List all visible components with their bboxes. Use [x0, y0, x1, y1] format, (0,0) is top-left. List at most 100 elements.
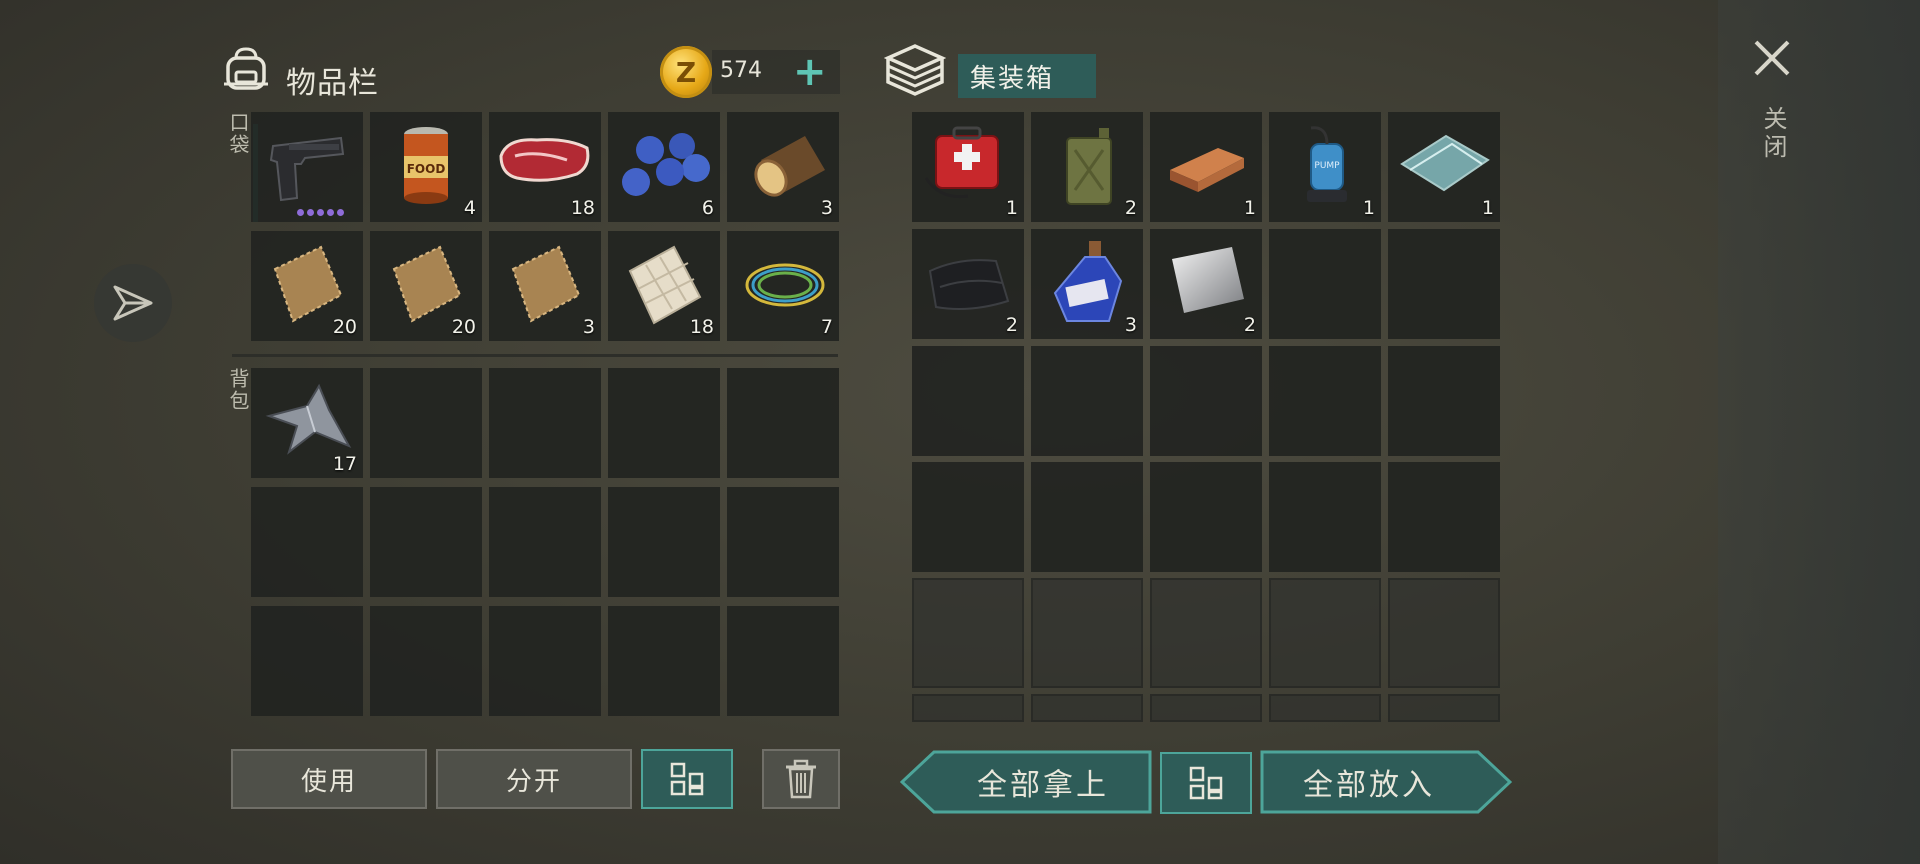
container-slot-locked	[912, 578, 1024, 688]
split-button[interactable]: 分开	[436, 749, 632, 809]
log-icon	[754, 136, 825, 197]
item-quantity: 3	[582, 316, 595, 338]
container-slot[interactable]	[1388, 229, 1500, 339]
sort-inventory-button[interactable]	[641, 749, 733, 809]
container-slot[interactable]	[1150, 346, 1262, 456]
backpack-slot[interactable]: 17	[251, 368, 363, 478]
item-quantity: 2	[1124, 197, 1137, 219]
item-quantity: 1	[1481, 197, 1494, 219]
pocket-slot[interactable]	[251, 112, 363, 222]
item-quantity: 20	[332, 316, 357, 338]
container-slot-locked	[1031, 694, 1143, 722]
item-quantity: 4	[463, 197, 476, 219]
item-quantity: 1	[1243, 197, 1256, 219]
grid-icon	[1189, 766, 1223, 800]
black-cloth-icon	[928, 259, 1010, 310]
blueberries-icon	[622, 133, 710, 196]
container-slot[interactable]: 1	[912, 112, 1024, 222]
pocket-slot[interactable]: 3	[727, 112, 839, 222]
backpack-slot[interactable]	[251, 606, 363, 716]
backpack-slot[interactable]	[608, 606, 720, 716]
container-slot[interactable]	[1150, 462, 1262, 572]
use-button[interactable]: 使用	[231, 749, 427, 809]
backpack-slot[interactable]	[727, 487, 839, 597]
backpack-slot[interactable]	[489, 487, 601, 597]
container-slot[interactable]: 2	[1031, 112, 1143, 222]
item-quantity: 3	[820, 197, 833, 219]
pocket-slot[interactable]: 18	[608, 231, 720, 341]
container-slot-locked	[1269, 694, 1381, 722]
container-slot[interactable]: PUMP 1	[1269, 112, 1381, 222]
backpack-slot[interactable]	[727, 606, 839, 716]
container-slot[interactable]	[1388, 346, 1500, 456]
share-button[interactable]	[94, 264, 172, 342]
item-quantity: 18	[689, 316, 714, 338]
item-quantity: 3	[1124, 314, 1137, 336]
container-slot[interactable]: 1	[1150, 112, 1262, 222]
backpack-icon	[224, 47, 268, 90]
right-panel-strip	[1718, 0, 1920, 864]
pistol-icon	[269, 136, 345, 202]
backpack-label: 背包	[226, 368, 250, 412]
item-quantity: 17	[332, 453, 357, 475]
money-amount: 574	[720, 58, 762, 83]
item-quantity: 1	[1362, 197, 1375, 219]
container-slot[interactable]	[1388, 462, 1500, 572]
pocket-slot[interactable]: FOOD 4	[370, 112, 482, 222]
copper-ingot-icon	[1170, 148, 1244, 192]
glass-icon	[1400, 134, 1490, 192]
trash-icon	[786, 759, 816, 799]
container-slot[interactable]: 3	[1031, 229, 1143, 339]
backpack-slot[interactable]	[370, 606, 482, 716]
pocket-slot[interactable]: 7	[727, 231, 839, 341]
container-slot[interactable]	[912, 346, 1024, 456]
container-slot[interactable]: 2	[1150, 229, 1262, 339]
sort-container-button[interactable]	[1160, 752, 1252, 814]
backpack-slot[interactable]	[727, 368, 839, 478]
container-slot-locked	[1388, 578, 1500, 688]
container-slot[interactable]	[912, 462, 1024, 572]
container-slot-locked	[1388, 694, 1500, 722]
item-quantity: 20	[451, 316, 476, 338]
container-icon	[884, 44, 946, 96]
pocket-slot[interactable]: 3	[489, 231, 601, 341]
metal-sheet-icon	[1172, 247, 1244, 313]
backpack-slot[interactable]	[608, 487, 720, 597]
pocket-slot[interactable]: 6	[608, 112, 720, 222]
container-slot[interactable]	[1031, 462, 1143, 572]
backpack-slot[interactable]	[370, 487, 482, 597]
canned-food-icon: FOOD	[404, 127, 448, 204]
pocket-slot[interactable]: 20	[251, 231, 363, 341]
container-slot[interactable]	[1269, 229, 1381, 339]
backpack-slot[interactable]	[608, 368, 720, 478]
backpack-slot[interactable]	[489, 368, 601, 478]
container-slot[interactable]: 1	[1388, 112, 1500, 222]
container-slot-locked	[1269, 578, 1381, 688]
container-slot[interactable]	[1031, 346, 1143, 456]
grid-icon	[670, 762, 704, 796]
svg-text:FOOD: FOOD	[407, 162, 446, 176]
close-label[interactable]: 关闭	[1756, 106, 1791, 162]
pocket-slot[interactable]: 18	[489, 112, 601, 222]
coin-icon: Z	[660, 46, 712, 98]
water-pump-icon: PUMP	[1307, 126, 1347, 202]
pocket-slot[interactable]: 20	[370, 231, 482, 341]
trash-button[interactable]	[762, 749, 840, 809]
bottle-icon	[1053, 241, 1123, 322]
container-slot[interactable]	[1269, 462, 1381, 572]
inventory-title: 物品栏	[286, 66, 379, 101]
backpack-slot[interactable]	[489, 606, 601, 716]
take-all-button[interactable]: 全部拿上	[936, 750, 1150, 814]
close-icon[interactable]	[1752, 38, 1792, 78]
container-slot-locked	[912, 694, 1024, 722]
item-quantity: 2	[1243, 314, 1256, 336]
container-slot-locked	[1150, 694, 1262, 722]
container-slot-locked	[1031, 578, 1143, 688]
container-slot[interactable]	[1269, 346, 1381, 456]
add-money-button[interactable]: +	[793, 52, 827, 92]
put-all-button[interactable]: 全部放入	[1262, 750, 1476, 814]
backpack-slot[interactable]	[251, 487, 363, 597]
container-slot[interactable]: 2	[912, 229, 1024, 339]
backpack-slot[interactable]	[370, 368, 482, 478]
section-divider	[232, 354, 838, 357]
